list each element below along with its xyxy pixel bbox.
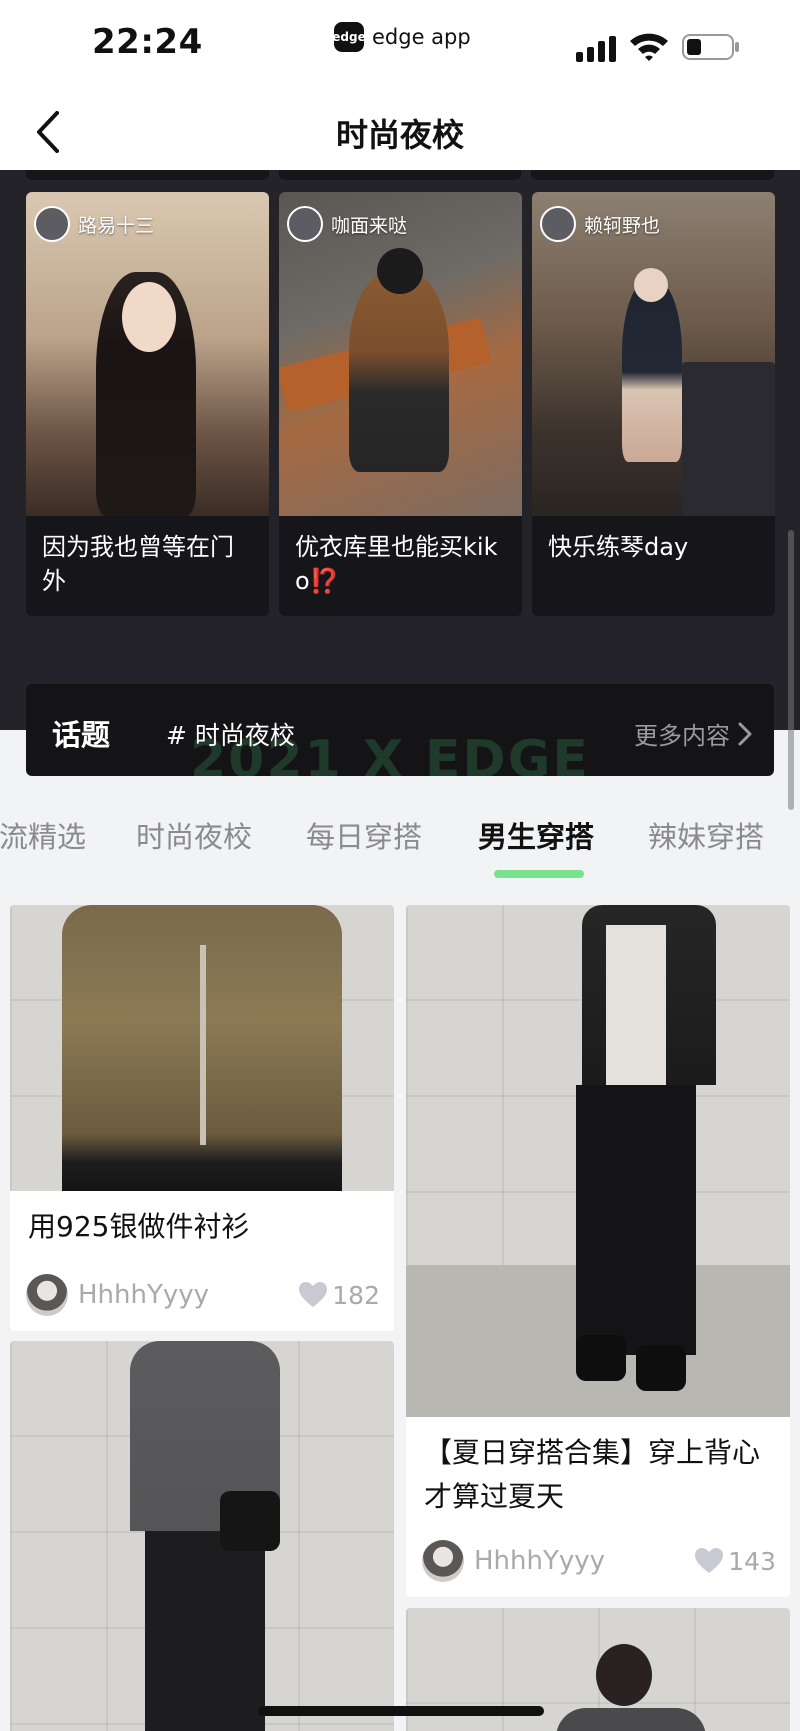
feed-meta: HhhhYyyy 143 [422, 1539, 776, 1583]
author-name: 路易十三 [78, 214, 155, 237]
feed-image [406, 905, 790, 1417]
video-thumbnail: 赖轲野也 [532, 192, 775, 516]
like-button[interactable]: 143 [694, 1547, 776, 1576]
active-tab-indicator [494, 870, 584, 878]
prev-row-edge [26, 170, 775, 180]
scrollbar[interactable] [788, 530, 794, 810]
video-title: 优衣库里也能买kiko⁉️ [295, 533, 498, 595]
wifi-icon [630, 33, 668, 61]
avatar[interactable] [422, 1540, 464, 1582]
author-name: 咖面来哒 [331, 214, 408, 237]
feed-meta: HhhhYyyy 182 [26, 1273, 380, 1317]
topic-tag: # 时尚夜校 [166, 721, 295, 750]
more-content-label: 更多内容 [634, 722, 730, 750]
signal-icon [576, 36, 616, 62]
video-title: 快乐练琴day [548, 533, 689, 561]
tab-trend-picks[interactable]: 潮流精选 [0, 814, 86, 856]
video-card[interactable]: 赖轲野也 快乐练琴day [532, 192, 775, 616]
avatar[interactable] [26, 1274, 68, 1316]
topic-bar[interactable]: 2021 X EDGE 话题 # 时尚夜校 更多内容 [26, 684, 774, 776]
app-name: edge app [372, 25, 471, 49]
featured-section: 路易十三 因为我也曾等在门外 咖面来哒 优衣库里也能买kiko⁉️ 赖轲野也 快… [0, 170, 800, 776]
battery-icon [682, 34, 739, 60]
avatar [34, 206, 70, 242]
home-indicator[interactable] [258, 1706, 544, 1716]
heart-icon [695, 1548, 724, 1573]
video-thumbnail: 咖面来哒 [279, 192, 522, 516]
page-title: 时尚夜校 [335, 116, 464, 154]
feed-card[interactable] [10, 1341, 394, 1731]
feed-image [10, 1341, 394, 1731]
tab-mens-outfit[interactable]: 男生穿搭 [478, 814, 594, 856]
feed-title: 【夏日穿搭合集】穿上背心才算过夏天 [424, 1436, 761, 1513]
feed-card[interactable]: 用925银做件衬衫 HhhhYyyy 182 [10, 905, 394, 1331]
avatar [287, 206, 323, 242]
like-button[interactable]: 182 [298, 1281, 380, 1310]
feed-image [10, 905, 394, 1191]
topic-label: 话题 [52, 718, 111, 752]
category-tabs: 潮流精选 时尚夜校 每日穿搭 男生穿搭 辣妹穿搭 [0, 800, 800, 890]
heart-icon [299, 1282, 328, 1307]
nav-bar: 时尚夜校 [0, 92, 800, 172]
status-time: 22:24 [92, 22, 203, 62]
author-name: 赖轲野也 [584, 214, 661, 237]
feed-username: HhhhYyyy [78, 1280, 210, 1310]
feed-username: HhhhYyyy [474, 1546, 606, 1576]
like-count: 182 [332, 1280, 380, 1310]
app-indicator: edge edge app [332, 22, 471, 52]
chevron-right-icon [738, 722, 752, 745]
avatar [540, 206, 576, 242]
author-chip: 赖轲野也 [540, 206, 660, 242]
tab-daily-outfit[interactable]: 每日穿搭 [306, 814, 422, 856]
app-logo: edge [332, 22, 366, 52]
video-card-row: 路易十三 因为我也曾等在门外 咖面来哒 优衣库里也能买kiko⁉️ 赖轲野也 快… [26, 192, 775, 616]
status-bar: 22:24 edge edge app [0, 0, 800, 92]
feed-title: 用925银做件衬衫 [28, 1210, 250, 1243]
author-chip: 路易十三 [34, 206, 154, 242]
like-count: 143 [728, 1546, 776, 1576]
video-card[interactable]: 路易十三 因为我也曾等在门外 [26, 192, 269, 616]
tab-fashion-night-school[interactable]: 时尚夜校 [136, 814, 252, 856]
video-card[interactable]: 咖面来哒 优衣库里也能买kiko⁉️ [279, 192, 522, 616]
more-content-link[interactable]: 更多内容 [634, 716, 752, 751]
tab-hot-girl-outfit[interactable]: 辣妹穿搭 [648, 814, 764, 856]
video-title: 因为我也曾等在门外 [42, 533, 234, 595]
feed-card[interactable]: 【夏日穿搭合集】穿上背心才算过夏天 HhhhYyyy 143 [406, 905, 790, 1597]
author-chip: 咖面来哒 [287, 206, 407, 242]
video-thumbnail: 路易十三 [26, 192, 269, 516]
